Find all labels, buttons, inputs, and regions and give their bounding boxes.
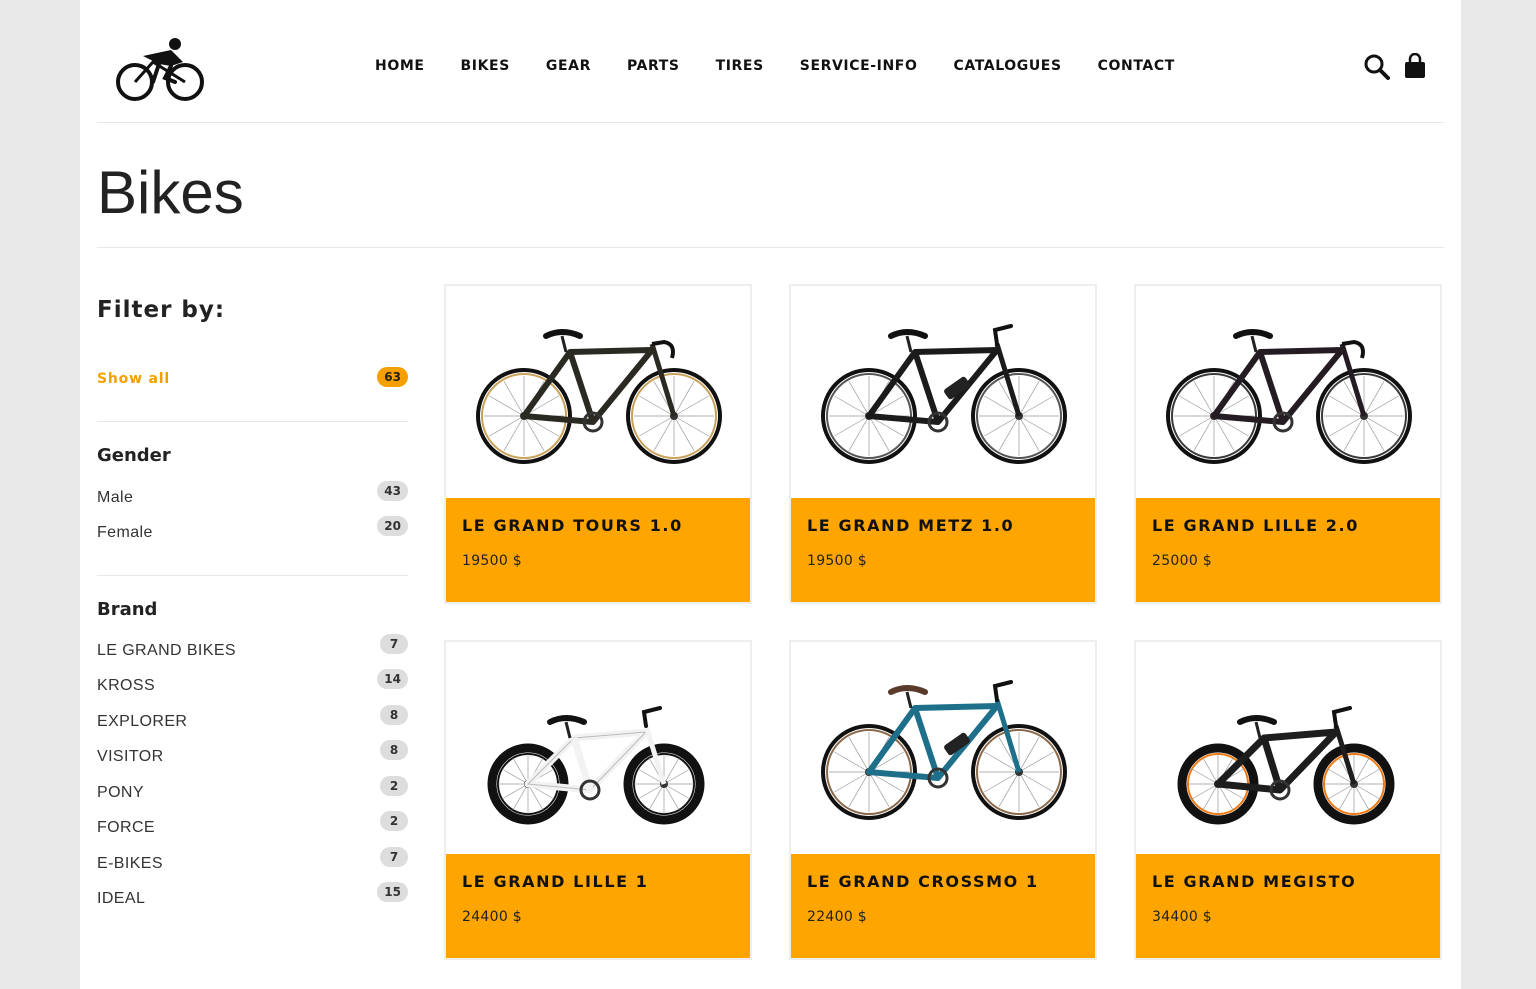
header-actions: [1364, 52, 1428, 81]
nav-contact[interactable]: CONTACT: [1098, 58, 1175, 74]
product-name[interactable]: LE GRAND METZ 1.0: [807, 516, 1079, 535]
cyclist-logo-icon[interactable]: [113, 36, 209, 102]
product-price: 24400 $: [462, 909, 522, 925]
filter-item-label: VISITOR: [97, 748, 164, 765]
product-price: 25000 $: [1152, 553, 1212, 569]
divider: [97, 421, 408, 422]
bicycle-image: [476, 329, 722, 464]
bicycle-image: [821, 324, 1067, 464]
product-card[interactable]: LE GRAND CROSSMO 1 22400 $: [789, 640, 1097, 960]
product-image[interactable]: [791, 642, 1095, 854]
filter-item-le-grand-bikes[interactable]: LE GRAND BIKES 7: [97, 634, 408, 662]
filter-item-male[interactable]: Male 43: [97, 481, 408, 509]
nav-service-info[interactable]: SERVICE-INFO: [800, 58, 918, 74]
filter-item-force[interactable]: FORCE 2: [97, 811, 408, 839]
product-image[interactable]: [791, 286, 1095, 498]
search-icon[interactable]: [1364, 53, 1390, 81]
main-nav: HOME BIKES GEAR PARTS TIRES SERVICE-INFO…: [375, 58, 1211, 74]
product-card[interactable]: LE GRAND TOURS 1.0 19500 $: [444, 284, 752, 604]
filter-item-pony[interactable]: PONY 2: [97, 776, 408, 804]
count-badge: 7: [380, 634, 408, 654]
count-badge: 8: [380, 705, 408, 725]
count-badge: 43: [377, 481, 408, 501]
count-badge: 7: [380, 847, 408, 867]
divider: [97, 575, 408, 576]
product-price: 22400 $: [807, 909, 867, 925]
filter-item-label: EXPLORER: [97, 713, 188, 730]
count-badge: 2: [380, 776, 408, 796]
filter-item-female[interactable]: Female 20: [97, 516, 408, 544]
filter-item-kross[interactable]: KROSS 14: [97, 669, 408, 697]
product-info: LE GRAND METZ 1.0 19500 $: [791, 498, 1095, 602]
product-info: LE GRAND LILLE 2.0 25000 $: [1136, 498, 1440, 602]
filter-item-label: LE GRAND BIKES: [97, 642, 236, 659]
count-badge: 14: [377, 669, 408, 689]
page: HOME BIKES GEAR PARTS TIRES SERVICE-INFO…: [80, 0, 1461, 989]
product-info: LE GRAND CROSSMO 1 22400 $: [791, 854, 1095, 958]
title-divider: [97, 247, 1444, 248]
product-info: LE GRAND LILLE 1 24400 $: [446, 854, 750, 958]
filter-item-label: Female: [97, 524, 153, 541]
count-badge: 15: [377, 882, 408, 902]
filter-item-label: IDEAL: [97, 890, 146, 907]
show-all-link[interactable]: Show all: [97, 371, 170, 387]
bicycle-image: [1166, 329, 1412, 464]
product-image[interactable]: [446, 286, 750, 498]
nav-catalogues[interactable]: CATALOGUES: [953, 58, 1061, 74]
nav-bikes[interactable]: BIKES: [461, 58, 510, 74]
page-title: Bikes: [97, 159, 244, 226]
filter-item-label: PONY: [97, 784, 144, 801]
product-image[interactable]: [1136, 642, 1440, 854]
filter-item-e-bikes[interactable]: E-BIKES 7: [97, 847, 408, 875]
product-name[interactable]: LE GRAND LILLE 2.0: [1152, 516, 1424, 535]
header-divider: [97, 122, 1444, 123]
product-price: 19500 $: [462, 553, 522, 569]
count-badge: 20: [377, 516, 408, 536]
product-card[interactable]: LE GRAND METZ 1.0 19500 $: [789, 284, 1097, 604]
filter-item-explorer[interactable]: EXPLORER 8: [97, 705, 408, 733]
count-badge: 63: [377, 367, 408, 387]
product-name[interactable]: LE GRAND TOURS 1.0: [462, 516, 734, 535]
product-info: LE GRAND MEGISTO 34400 $: [1136, 854, 1440, 958]
product-name[interactable]: LE GRAND MEGISTO: [1152, 872, 1424, 891]
product-card[interactable]: LE GRAND MEGISTO 34400 $: [1134, 640, 1442, 960]
nav-gear[interactable]: GEAR: [546, 58, 591, 74]
filter-show-all[interactable]: Show all 63: [97, 367, 408, 391]
nav-parts[interactable]: PARTS: [627, 58, 680, 74]
nav-home[interactable]: HOME: [375, 58, 425, 74]
filter-item-label: FORCE: [97, 819, 155, 836]
count-badge: 2: [380, 811, 408, 831]
nav-tires[interactable]: TIRES: [716, 58, 764, 74]
filter-item-label: E-BIKES: [97, 855, 163, 872]
product-price: 34400 $: [1152, 909, 1212, 925]
filter-item-label: Male: [97, 489, 134, 506]
filter-title: Filter by:: [97, 297, 226, 323]
gender-group-title: Gender: [97, 445, 171, 466]
count-badge: 8: [380, 740, 408, 760]
product-info: LE GRAND TOURS 1.0 19500 $: [446, 498, 750, 602]
product-name[interactable]: LE GRAND CROSSMO 1: [807, 872, 1079, 891]
product-image[interactable]: [446, 642, 750, 854]
shopping-bag-icon[interactable]: [1402, 52, 1428, 81]
filter-item-ideal[interactable]: IDEAL 15: [97, 882, 408, 910]
product-card[interactable]: LE GRAND LILLE 2.0 25000 $: [1134, 284, 1442, 604]
product-name[interactable]: LE GRAND LILLE 1: [462, 872, 734, 891]
product-price: 19500 $: [807, 553, 867, 569]
filter-item-visitor[interactable]: VISITOR 8: [97, 740, 408, 768]
product-card[interactable]: LE GRAND LILLE 1 24400 $: [444, 640, 752, 960]
bicycle-image: [487, 706, 705, 825]
brand-group-title: Brand: [97, 599, 158, 620]
product-image[interactable]: [1136, 286, 1440, 498]
filter-item-label: KROSS: [97, 677, 156, 694]
bicycle-image: [821, 680, 1067, 820]
bicycle-image: [1177, 706, 1395, 825]
